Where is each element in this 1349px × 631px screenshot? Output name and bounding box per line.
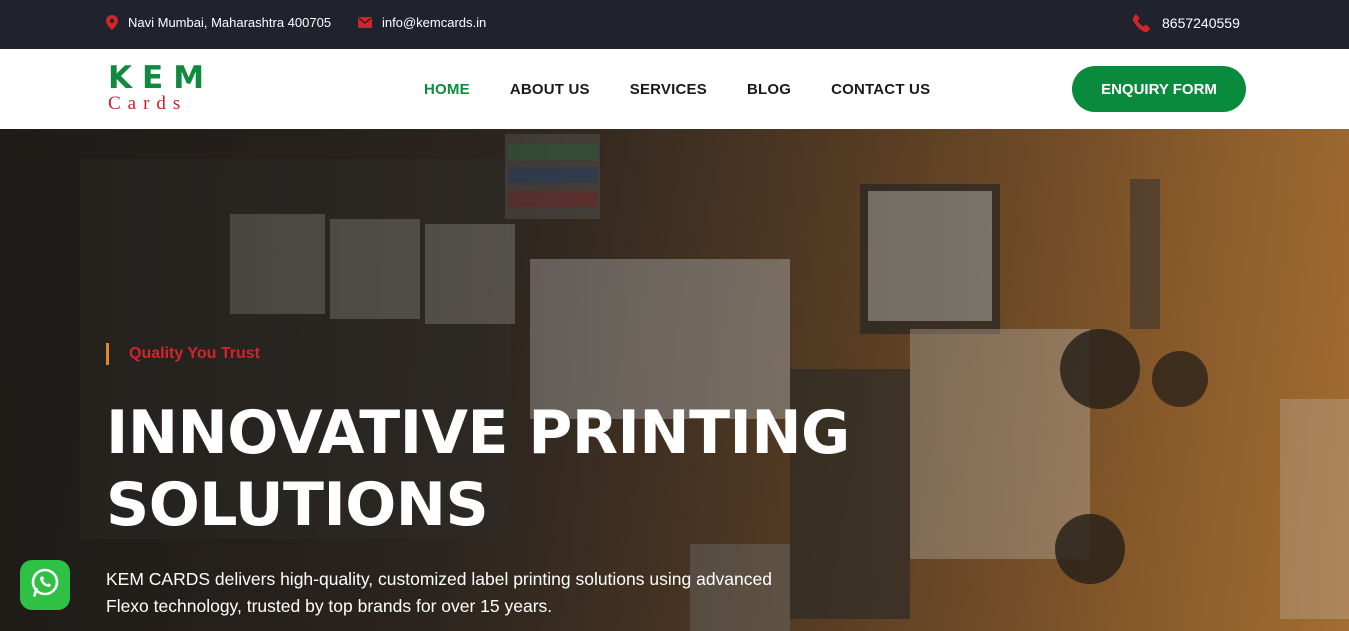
location-text: Navi Mumbai, Maharashtra 400705 (128, 15, 332, 30)
whatsapp-button[interactable] (20, 560, 70, 610)
nav-blog[interactable]: BLOG (747, 81, 791, 98)
logo-wordmark-bottom: Cards (108, 93, 188, 114)
hero-description: KEM CARDS delivers high-quality, customi… (106, 569, 772, 616)
hero-section: Quality You Trust INNOVATIVE PRINTING SO… (0, 129, 1349, 631)
hero-headline-line2: SOLUTIONS (106, 470, 489, 540)
logo-wordmark-top: KEM (108, 60, 215, 96)
hero-tagline: Quality You Trust (106, 343, 260, 365)
email-info[interactable]: info@kemcards.in (358, 0, 486, 45)
email-text[interactable]: info@kemcards.in (382, 15, 486, 30)
phone-text[interactable]: 8657240559 (1162, 15, 1240, 31)
nav-services[interactable]: SERVICES (630, 81, 707, 98)
envelope-icon (358, 17, 372, 28)
hero-headline: INNOVATIVE PRINTING SOLUTIONS (106, 397, 866, 541)
main-nav: HOME ABOUT US SERVICES BLOG CONTACT US (424, 49, 970, 129)
main-header: KEM Cards HOME ABOUT US SERVICES BLOG CO… (0, 49, 1349, 129)
phone-info[interactable]: 8657240559 (1132, 0, 1240, 45)
nav-home[interactable]: HOME (424, 81, 470, 98)
location-info: Navi Mumbai, Maharashtra 400705 (106, 0, 331, 45)
hero-overlay (0, 129, 1349, 631)
whatsapp-icon (28, 566, 62, 605)
map-pin-icon (106, 15, 118, 30)
nav-contact-us[interactable]: CONTACT US (831, 81, 930, 98)
kem-cards-logo[interactable]: KEM Cards (108, 61, 218, 121)
top-contact-bar: Navi Mumbai, Maharashtra 400705 info@kem… (0, 0, 1349, 49)
hero-headline-line1: INNOVATIVE PRINTING (106, 398, 850, 468)
enquiry-form-button[interactable]: ENQUIRY FORM (1072, 66, 1246, 112)
phone-icon (1132, 13, 1152, 33)
nav-about-us[interactable]: ABOUT US (510, 81, 590, 98)
